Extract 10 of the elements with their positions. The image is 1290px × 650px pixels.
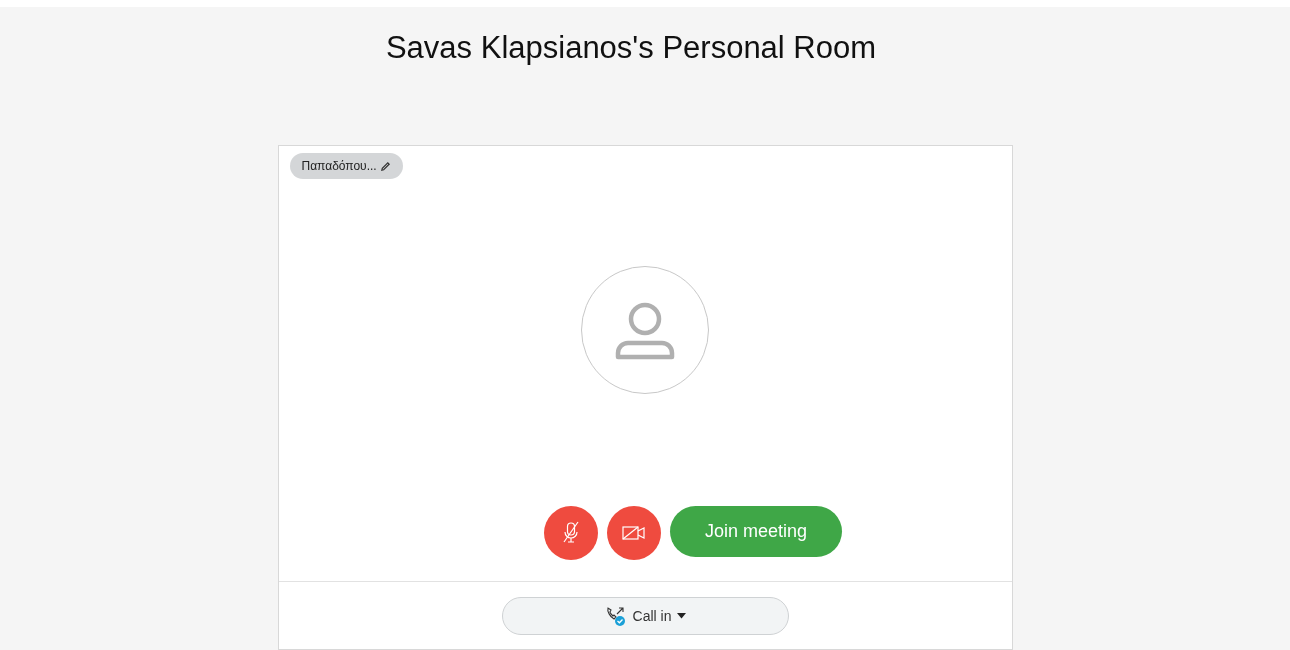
microphone-icon (561, 521, 581, 545)
mute-button[interactable] (544, 506, 598, 560)
phone-icon (604, 604, 627, 627)
call-in-button[interactable]: Call in (502, 596, 789, 635)
video-button[interactable] (607, 506, 661, 560)
camera-icon (622, 524, 646, 542)
pencil-icon (379, 160, 391, 172)
caret-icon (677, 612, 687, 619)
room-title: Savas Klapsianos's Personal Room (385, 29, 877, 67)
name-badge[interactable]: Παπαδόπου... (289, 153, 403, 179)
